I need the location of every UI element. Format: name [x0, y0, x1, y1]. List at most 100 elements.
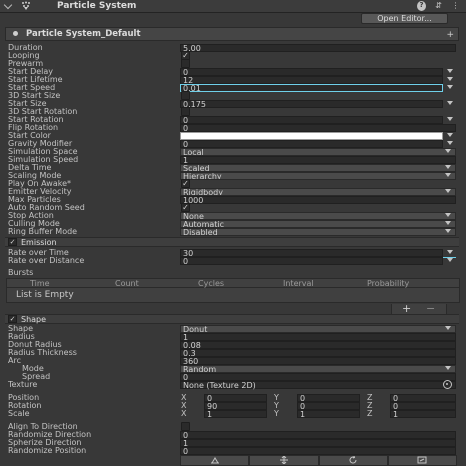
foldout-arrow-icon[interactable] — [3, 0, 13, 10]
start-speed-field[interactable]: 0.01 — [180, 84, 443, 92]
simulation-speed-field[interactable]: 1 — [180, 156, 456, 164]
preset-icon[interactable]: ⇵ — [434, 1, 443, 11]
randomize-direction-field[interactable]: 0 — [180, 431, 456, 439]
position-y-field[interactable]: 0 — [297, 394, 360, 403]
row-arc-spread: Spread 0 — [0, 372, 466, 381]
scale-tool-icon[interactable] — [387, 455, 457, 466]
dropdown-arrow-icon — [445, 221, 451, 225]
rate-over-distance-field[interactable]: 0 — [180, 257, 443, 265]
max-particles-field[interactable]: 1000 — [180, 196, 456, 204]
main-module-header[interactable]: Particle System_Default + — [5, 27, 459, 41]
start-lifetime-field[interactable]: 12 — [180, 76, 443, 84]
duration-field[interactable]: 5.00 — [180, 44, 456, 52]
curve-mode-dropdown-icon[interactable] — [447, 69, 453, 73]
curve-mode-dropdown-icon[interactable] — [447, 117, 453, 121]
delta-time-dropdown[interactable]: Scaled — [180, 164, 456, 172]
row-prewarm: Prewarm — [0, 59, 466, 68]
row-texture: Texture None (Texture 2D) — [0, 380, 466, 390]
spherize-direction-field[interactable]: 1 — [180, 439, 456, 447]
curve-mode-dropdown-icon[interactable] — [447, 77, 453, 81]
rate-over-time-field[interactable]: 30 — [180, 249, 443, 257]
start-color-swatch[interactable] — [180, 132, 443, 140]
row-3d-start-rotation: 3D Start Rotation — [0, 107, 466, 116]
3d-start-rotation-checkbox[interactable] — [181, 107, 190, 116]
emission-enable-checkbox[interactable]: ✓ — [8, 238, 17, 246]
start-size-field[interactable]: 0.175 — [180, 100, 443, 108]
culling-mode-dropdown[interactable]: Automatic — [180, 220, 456, 228]
gravity-modifier-field[interactable]: 0 — [180, 140, 443, 148]
donut-radius-field[interactable]: 0.08 — [180, 341, 456, 349]
arc-label: Arc — [8, 356, 21, 365]
shape-dropdown[interactable]: Donut — [180, 325, 456, 333]
curve-mode-dropdown-icon[interactable] — [447, 258, 453, 262]
ring-buffer-mode-dropdown[interactable]: Disabled — [180, 228, 456, 236]
scale-z-field[interactable]: 1 — [390, 410, 456, 419]
add-module-icon[interactable]: + — [446, 31, 454, 40]
3d-start-size-checkbox[interactable] — [181, 91, 190, 100]
component-title: Particle System — [57, 1, 137, 11]
particle-system-icon — [22, 1, 30, 10]
main-module-title: Particle System_Default — [26, 29, 141, 39]
position-x-field[interactable]: 0 — [204, 394, 267, 403]
auto-random-seed-checkbox[interactable]: ✓ — [181, 203, 190, 212]
start-rotation-field[interactable]: 0 — [180, 116, 443, 124]
prewarm-checkbox[interactable] — [181, 59, 190, 68]
curve-mode-dropdown-icon[interactable] — [447, 101, 453, 105]
open-editor-button[interactable]: Open Editor... — [361, 13, 448, 24]
rotation-y-field[interactable]: 0 — [297, 402, 360, 411]
bursts-label: Bursts — [8, 268, 34, 277]
randomize-position-field[interactable]: 0 — [180, 447, 456, 455]
rotation-x-field[interactable]: 90 — [204, 402, 267, 411]
bursts-col-count: Count — [115, 279, 139, 288]
row-emitter-velocity: Emitter Velocity Rigidbody — [0, 187, 466, 196]
shape-module-header[interactable]: ✓ Shape — [5, 314, 459, 324]
row-ring-buffer-mode: Ring Buffer Mode Disabled — [0, 227, 466, 236]
randomize-position-label: Randomize Position — [8, 446, 87, 455]
bursts-col-probability: Probability — [367, 279, 410, 288]
position-z-field[interactable]: 0 — [390, 394, 456, 403]
texture-object-field[interactable]: None (Texture 2D) — [180, 381, 456, 390]
move-tool-icon[interactable] — [180, 455, 250, 466]
emission-module-header[interactable]: ✓ Emission — [5, 237, 459, 247]
transform-tool-icon[interactable] — [249, 455, 319, 466]
scaling-mode-dropdown[interactable]: Hierarchy — [180, 172, 456, 180]
scale-x-field[interactable]: 1 — [204, 410, 267, 419]
simulation-space-dropdown[interactable]: Local — [180, 148, 456, 156]
align-to-direction-checkbox[interactable] — [181, 422, 190, 431]
kebab-menu-icon[interactable]: ⋮ — [451, 1, 460, 11]
rotation-z-field[interactable]: 0 — [390, 402, 456, 411]
axis-z-label: Z — [367, 409, 373, 418]
curve-mode-dropdown-icon[interactable] — [447, 250, 453, 254]
arc-mode-dropdown[interactable]: Random — [180, 365, 456, 373]
row-arc-mode: Mode Random — [0, 364, 466, 373]
help-icon[interactable]: ? — [417, 1, 426, 11]
row-start-speed: Start Speed 0.01 — [0, 83, 466, 92]
flip-rotation-field[interactable]: 0 — [180, 124, 456, 132]
rotate-tool-icon[interactable] — [318, 455, 388, 466]
start-delay-field[interactable]: 0 — [180, 68, 443, 76]
arc-field[interactable]: 360 — [180, 357, 456, 365]
emitter-velocity-dropdown[interactable]: Rigidbody — [180, 188, 456, 196]
bursts-col-time: Time — [30, 279, 50, 288]
curve-mode-dropdown-icon[interactable] — [447, 141, 453, 145]
row-simulation-speed: Simulation Speed 1 — [0, 155, 466, 164]
curve-mode-dropdown-icon[interactable] — [447, 85, 453, 89]
arc-spread-field[interactable]: 0 — [180, 373, 456, 381]
ring-buffer-mode-label: Ring Buffer Mode — [8, 227, 78, 236]
stop-action-dropdown[interactable]: None — [180, 212, 456, 220]
row-scale: Scale X 1 Y 1 Z 1 — [0, 409, 466, 419]
radius-thickness-field[interactable]: 0.3 — [180, 349, 456, 357]
dropdown-arrow-icon — [445, 326, 451, 330]
shape-enable-checkbox[interactable]: ✓ — [8, 315, 17, 323]
play-on-awake-checkbox[interactable]: ✓ — [181, 179, 190, 188]
color-mode-dropdown-icon[interactable] — [447, 133, 453, 137]
shape-title: Shape — [21, 315, 47, 324]
radius-field[interactable]: 1 — [180, 333, 456, 341]
axis-y-label: Y — [274, 409, 279, 418]
scale-y-field[interactable]: 1 — [297, 410, 360, 419]
row-position: Position X 0 Y 0 Z 0 — [0, 393, 466, 403]
component-header[interactable]: Particle System ? ⇵ ⋮ — [0, 0, 466, 13]
object-picker-icon[interactable] — [443, 380, 452, 389]
row-bursts: Bursts — [0, 268, 466, 277]
bursts-empty-text: List is Empty — [16, 290, 74, 300]
